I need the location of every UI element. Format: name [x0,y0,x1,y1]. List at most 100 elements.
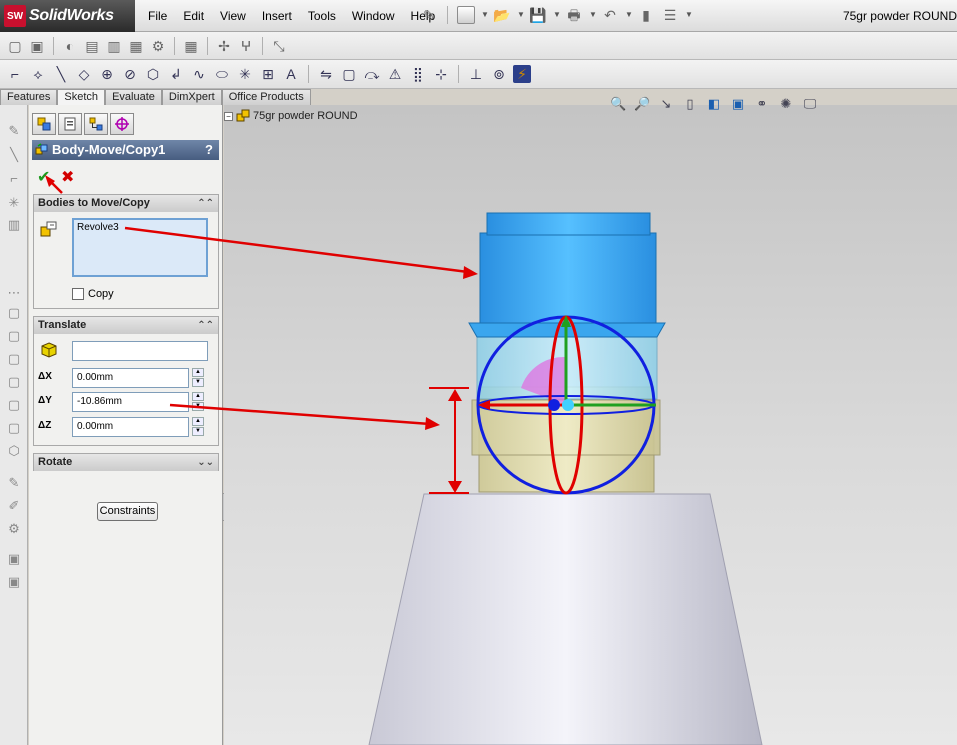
mirror-icon[interactable]: ⇋ [317,65,335,83]
display-style-icon[interactable]: ▣ [730,96,746,112]
copy-option[interactable]: Copy [72,288,114,300]
view-settings-icon[interactable]: 🖵 [802,96,818,112]
menu-insert[interactable]: Insert [254,9,300,23]
view-left-icon[interactable]: ▢ [6,351,22,367]
spin-down-icon[interactable]: ▼ [192,378,204,387]
expand-chevron-icon[interactable]: ⌄⌄ [197,454,214,471]
menu-edit[interactable]: Edit [175,9,212,23]
help-button[interactable]: ? [205,140,213,160]
selected-body-item[interactable]: Revolve3 [77,222,203,233]
chevron-down-icon[interactable]: ▼ [589,6,597,24]
tool-icon[interactable]: ▤ [83,37,101,55]
spin-up-icon[interactable]: ▲ [192,417,204,426]
tool-icon[interactable]: ✢ [215,37,233,55]
tool-icon[interactable]: ▣ [6,574,22,590]
tool-icon[interactable]: ▥ [6,217,22,233]
view-bottom-icon[interactable]: ▢ [6,420,22,436]
view-right-icon[interactable]: ▢ [6,374,22,390]
bodies-selection-list[interactable]: Revolve3 [72,218,208,277]
sketch-tool-icon[interactable]: ✎ [6,123,22,139]
menu-window[interactable]: Window [344,9,403,23]
offset-icon[interactable]: ⊞ [259,65,277,83]
feature-tree-root[interactable]: − 75gr powder ROUND [224,109,358,123]
tab-dimxpert[interactable]: DimXpert [161,89,222,105]
dimension-icon[interactable]: ⌐ [6,171,22,187]
convert-icon[interactable]: ▢ [340,65,358,83]
delta-y-input[interactable]: -10.86mm [72,392,189,412]
trim-icon[interactable]: ⤼ [363,65,381,83]
view-front-icon[interactable]: ▢ [6,305,22,321]
grid-icon[interactable]: ▦ [182,37,200,55]
sketch-icon[interactable]: ✎ [6,475,22,491]
group-header[interactable]: Bodies to Move/Copy ⌃⌃ [34,195,218,212]
tool-icon[interactable]: ▦ [127,37,145,55]
rebuild-icon[interactable]: ▮ [637,6,655,24]
warning-icon[interactable]: ⚠ [386,65,404,83]
undo-icon[interactable]: ↶ [601,6,619,24]
relation-icon[interactable]: ⊥ [467,65,485,83]
cancel-button[interactable]: ✖ [61,167,74,187]
menu-tools[interactable]: Tools [300,9,344,23]
chevron-down-icon[interactable]: ▼ [553,6,561,24]
line-icon[interactable]: ╲ [52,65,70,83]
graphics-area[interactable]: − 75gr powder ROUND [224,105,957,745]
view-back-icon[interactable]: ▢ [6,328,22,344]
save-icon[interactable]: 💾 [529,6,547,24]
smart-dimension-icon[interactable]: ✐ [6,498,22,514]
tab-features[interactable]: Features [0,89,58,105]
tool-icon[interactable]: ▣ [28,37,46,55]
delta-x-input[interactable]: 0.00mm [72,368,189,388]
spin-up-icon[interactable]: ▲ [192,392,204,401]
star-icon[interactable]: ✳ [6,195,22,211]
delta-z-spinner[interactable]: ▲ ▼ [192,417,204,437]
section-view-icon[interactable]: ▯ [682,96,698,112]
triad-origin[interactable] [548,399,560,411]
tool-icon[interactable]: ▣ [6,551,22,567]
collapse-chevron-icon[interactable]: ⌃⌃ [197,317,214,334]
move-icon[interactable]: ⊹ [432,65,450,83]
triad-center[interactable] [562,399,574,411]
spin-down-icon[interactable]: ▼ [192,427,204,436]
arc-icon[interactable]: ⊘ [121,65,139,83]
tool-icon[interactable]: ▥ [105,37,123,55]
text-icon[interactable]: A [282,65,300,83]
star-icon[interactable]: ✳ [236,65,254,83]
rectangle-icon[interactable]: ◇ [75,65,93,83]
property-manager-tab[interactable] [58,113,82,135]
delta-z-input[interactable]: 0.00mm [72,417,189,437]
expand-icon[interactable]: − [224,111,233,121]
sketch-tool-icon[interactable]: ▢ [6,37,24,55]
display-relations-icon[interactable]: ⊚ [490,65,508,83]
spin-up-icon[interactable]: ▲ [192,368,204,377]
point-icon[interactable]: ⟡ [29,65,47,83]
blue-body-main[interactable] [479,232,657,324]
configuration-manager-tab[interactable] [84,113,108,135]
ok-button[interactable]: ✔ [37,167,50,187]
delta-x-spinner[interactable]: ▲ ▼ [192,368,204,388]
blue-body-top[interactable] [486,212,651,236]
solidworks-logo[interactable]: SW SolidWorks [0,0,135,32]
print-icon[interactable]: 🖶 [565,6,583,24]
new-document-icon[interactable] [457,6,475,24]
circle-icon[interactable]: ⊕ [98,65,116,83]
group-header[interactable]: Translate ⌃⌃ [34,317,218,334]
tool-icon[interactable]: ◐ [61,37,79,55]
ellipse-icon[interactable]: ⬭ [213,65,231,83]
collapse-chevron-icon[interactable]: ⌃⌃ [197,195,214,212]
chevron-down-icon[interactable]: ▼ [517,6,525,24]
tool-icon[interactable]: ⵖ [237,37,255,55]
menu-view[interactable]: View [212,9,254,23]
spline-icon[interactable]: ∿ [190,65,208,83]
previous-view-icon[interactable]: ↘ [658,96,674,112]
chevron-down-icon[interactable]: ▼ [481,6,489,24]
delta-y-spinner[interactable]: ▲ ▼ [192,392,204,412]
line-icon[interactable]: ╲ [6,147,22,163]
group-header[interactable]: Rotate ⌄⌄ [34,454,218,471]
pattern-icon[interactable]: ⣿ [409,65,427,83]
isometric-icon[interactable]: ⬡ [6,443,22,459]
view-top-icon[interactable]: ▢ [6,397,22,413]
polygon-icon[interactable]: ⬡ [144,65,162,83]
pin-icon[interactable]: ✎ [420,6,438,24]
tool-icon[interactable]: ⚙ [6,521,22,537]
cone-body[interactable] [368,493,763,745]
